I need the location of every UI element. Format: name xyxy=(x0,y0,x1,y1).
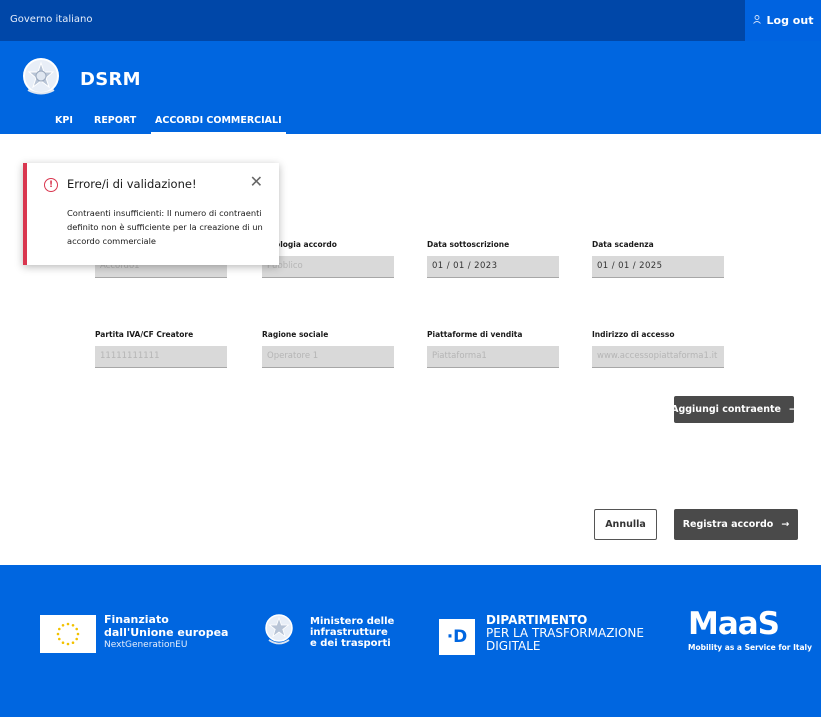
add-contractor-button[interactable]: Aggiungi contraente → xyxy=(671,396,797,423)
add-contractor-label: Aggiungi contraente xyxy=(671,404,781,415)
tab-kpi[interactable]: KPI xyxy=(55,115,73,126)
dtd-line-3: DIGITALE xyxy=(486,639,541,653)
alert-message: Contraenti insufficienti: Il numero di c… xyxy=(67,208,263,246)
indirizzo-accesso-input[interactable]: www.accessopiattaforma1.it xyxy=(592,346,724,368)
alert-title: Errore/i di validazione! xyxy=(67,177,197,191)
maas-logo[interactable]: MaaS Mobility as a Service for Italy xyxy=(688,607,813,652)
dtd-text[interactable]: DIPARTIMENTO PER LA TRASFORMAZIONE DIGIT… xyxy=(486,614,644,653)
eu-line-2: dall'Unione europea xyxy=(104,626,229,639)
logout-button[interactable]: Log out xyxy=(745,0,821,41)
data-scadenza-input[interactable]: 01 / 01 / 2025 xyxy=(592,256,724,278)
data-sottoscrizione-input[interactable]: 01 / 01 / 2023 xyxy=(427,256,559,278)
validation-error-alert: ! Errore/i di validazione! ✕ Contraenti … xyxy=(23,163,279,265)
field-label: Data sottoscrizione xyxy=(427,240,510,249)
republic-emblem-icon xyxy=(22,57,60,97)
piattaforme-vendita-input[interactable]: Piattaforma1 xyxy=(427,346,559,368)
field-partita-iva: Partita IVA/CF Creatore 11111111111 xyxy=(95,330,227,368)
field-label: Indirizzo di accesso xyxy=(592,330,675,339)
field-piattaforme-vendita: Piattaforme di vendita Piattaforma1 xyxy=(427,330,559,368)
field-data-sottoscrizione: Data sottoscrizione 01 / 01 / 2023 xyxy=(427,240,559,278)
ministry-line-1: Ministero delle xyxy=(310,616,395,627)
eu-funding-text: Finanziato dall'Unione europea NextGener… xyxy=(104,613,228,652)
ministry-line-2: infrastrutture xyxy=(310,627,388,638)
register-label: Registra accordo xyxy=(682,519,774,530)
field-label: Data scadenza xyxy=(592,240,654,249)
field-data-scadenza: Data scadenza 01 / 01 / 2025 xyxy=(592,240,724,278)
ministry-emblem-icon[interactable] xyxy=(264,613,294,647)
close-icon[interactable]: ✕ xyxy=(250,174,263,190)
eu-flag-icon xyxy=(40,615,96,653)
field-tipologia-accordo: Tipologia accordo Pubblico xyxy=(262,240,394,278)
government-label[interactable]: Governo italiano xyxy=(10,14,92,25)
dtd-logo-icon[interactable]: ·D xyxy=(439,619,475,655)
field-label: Ragione sociale xyxy=(262,330,329,339)
field-indirizzo-accesso: Indirizzo di accesso www.accessopiattafo… xyxy=(592,330,724,368)
partita-iva-input[interactable]: 11111111111 xyxy=(95,346,227,368)
register-agreement-button[interactable]: Registra accordo → xyxy=(674,509,798,540)
arrow-right-icon: → xyxy=(788,404,797,415)
field-label: Piattaforme di vendita xyxy=(427,330,523,339)
ragione-sociale-input[interactable]: Operatore 1 xyxy=(262,346,394,368)
maas-tagline: Mobility as a Service for Italy xyxy=(688,643,813,652)
maas-wordmark: MaaS xyxy=(688,606,780,642)
eu-line-3: NextGenerationEU xyxy=(104,640,188,650)
field-label: Partita IVA/CF Creatore xyxy=(95,330,194,339)
arrow-right-icon: → xyxy=(781,519,790,530)
cancel-label: Annulla xyxy=(605,519,646,530)
field-ragione-sociale: Ragione sociale Operatore 1 xyxy=(262,330,394,368)
footer: Finanziato dall'Unione europea NextGener… xyxy=(0,565,821,717)
top-bar: Governo italiano Log out xyxy=(0,0,821,41)
eu-line-1: Finanziato xyxy=(104,613,169,626)
tab-report[interactable]: REPORT xyxy=(94,115,136,126)
user-icon xyxy=(752,14,761,27)
error-icon: ! xyxy=(44,178,58,192)
ministry-line-3: e dei trasporti xyxy=(310,638,391,649)
app-brand[interactable]: DSRM xyxy=(80,69,141,90)
tab-accordi-commerciali[interactable]: ACCORDI COMMERCIALI xyxy=(151,115,286,134)
logout-label: Log out xyxy=(766,14,814,27)
header: DSRM KPI REPORT ACCORDI COMMERCIALI xyxy=(0,41,821,134)
ministry-text[interactable]: Ministero delle infrastrutture e dei tra… xyxy=(310,616,394,649)
field-label: Tipologia accordo xyxy=(262,240,337,249)
tipologia-accordo-select[interactable]: Pubblico xyxy=(262,256,394,278)
cancel-button[interactable]: Annulla xyxy=(594,509,657,540)
